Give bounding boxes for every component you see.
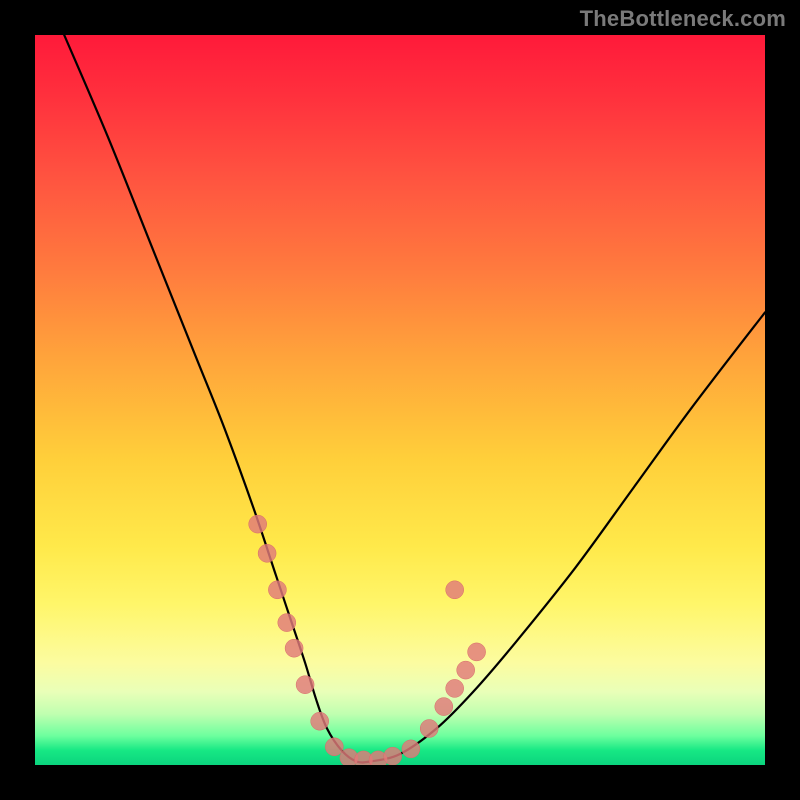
chart-frame: TheBottleneck.com [0,0,800,800]
chart-svg [35,35,765,765]
data-marker [435,698,453,716]
data-marker [457,661,475,679]
data-marker [384,747,402,765]
data-marker [446,581,464,599]
data-marker [325,738,343,756]
plot-area [35,35,765,765]
data-marker [268,581,286,599]
data-marker [311,712,329,730]
data-marker [285,639,303,657]
data-marker [258,544,276,562]
marker-group [249,515,486,765]
watermark-text: TheBottleneck.com [580,6,786,32]
bottleneck-curve [64,35,765,763]
data-marker [420,720,438,738]
data-marker [402,740,420,758]
data-marker [278,614,296,632]
data-marker [296,676,314,694]
data-marker [249,515,267,533]
data-marker [468,643,486,661]
data-marker [446,679,464,697]
